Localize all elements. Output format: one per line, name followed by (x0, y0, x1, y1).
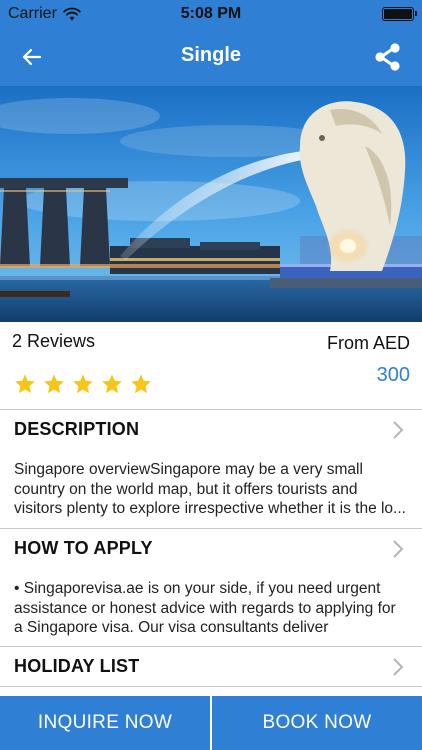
nav-bar: Single (0, 28, 422, 86)
reviews-count[interactable]: 2 Reviews (12, 331, 95, 352)
section-title: DESCRIPTION (14, 419, 140, 439)
section-header-description[interactable]: DESCRIPTION (0, 411, 422, 447)
section-header-holiday-list[interactable]: HOLIDAY LIST (0, 648, 422, 684)
how-to-apply-text: • Singaporevisa.ae is on your side, if y… (14, 579, 410, 638)
star-icon (15, 374, 35, 394)
hero-image (0, 86, 422, 322)
text-line: • Singaporevisa.ae is on your side, if y… (14, 580, 381, 597)
divider (0, 686, 422, 687)
star-icon (131, 374, 151, 394)
status-bar: Carrier 5:08 PM (0, 0, 422, 28)
star-rating (14, 373, 152, 395)
chevron-right-icon (393, 540, 404, 558)
page-title: Single (180, 44, 241, 66)
bottom-action-bar: INQUIRE NOW BOOK NOW (0, 696, 422, 750)
section-header-how-to-apply[interactable]: HOW TO APPLY (0, 530, 422, 566)
text-line: Singapore overviewSingapore may be a ver… (14, 461, 363, 478)
share-icon[interactable] (374, 42, 402, 72)
section-title: HOLIDAY LIST (14, 656, 140, 676)
description-text: Singapore overviewSingapore may be a ver… (14, 460, 410, 519)
divider (0, 409, 422, 410)
arrow-left-icon[interactable] (18, 43, 46, 71)
star-icon (73, 374, 93, 394)
text-line: visitors plenty to explore irrespective … (14, 500, 406, 517)
chevron-right-icon (393, 421, 404, 439)
chevron-right-icon (393, 658, 404, 676)
battery-icon (382, 7, 417, 21)
section-title: HOW TO APPLY (14, 538, 153, 558)
divider (0, 646, 422, 647)
text-line: assistance or honest advice with regards… (14, 599, 396, 617)
star-icon (102, 374, 122, 394)
price-label: From AED (326, 333, 410, 353)
text-line: a Singapore visa. Our visa consultants d… (14, 619, 329, 636)
book-now-button[interactable]: BOOK NOW (212, 696, 422, 750)
star-icon (44, 374, 64, 394)
price-value: 300 (376, 364, 410, 386)
inquire-now-button[interactable]: INQUIRE NOW (0, 696, 210, 750)
text-line: country on the world map, but it offers … (14, 480, 358, 498)
status-time: 5:08 PM (180, 5, 242, 22)
divider (0, 528, 422, 529)
